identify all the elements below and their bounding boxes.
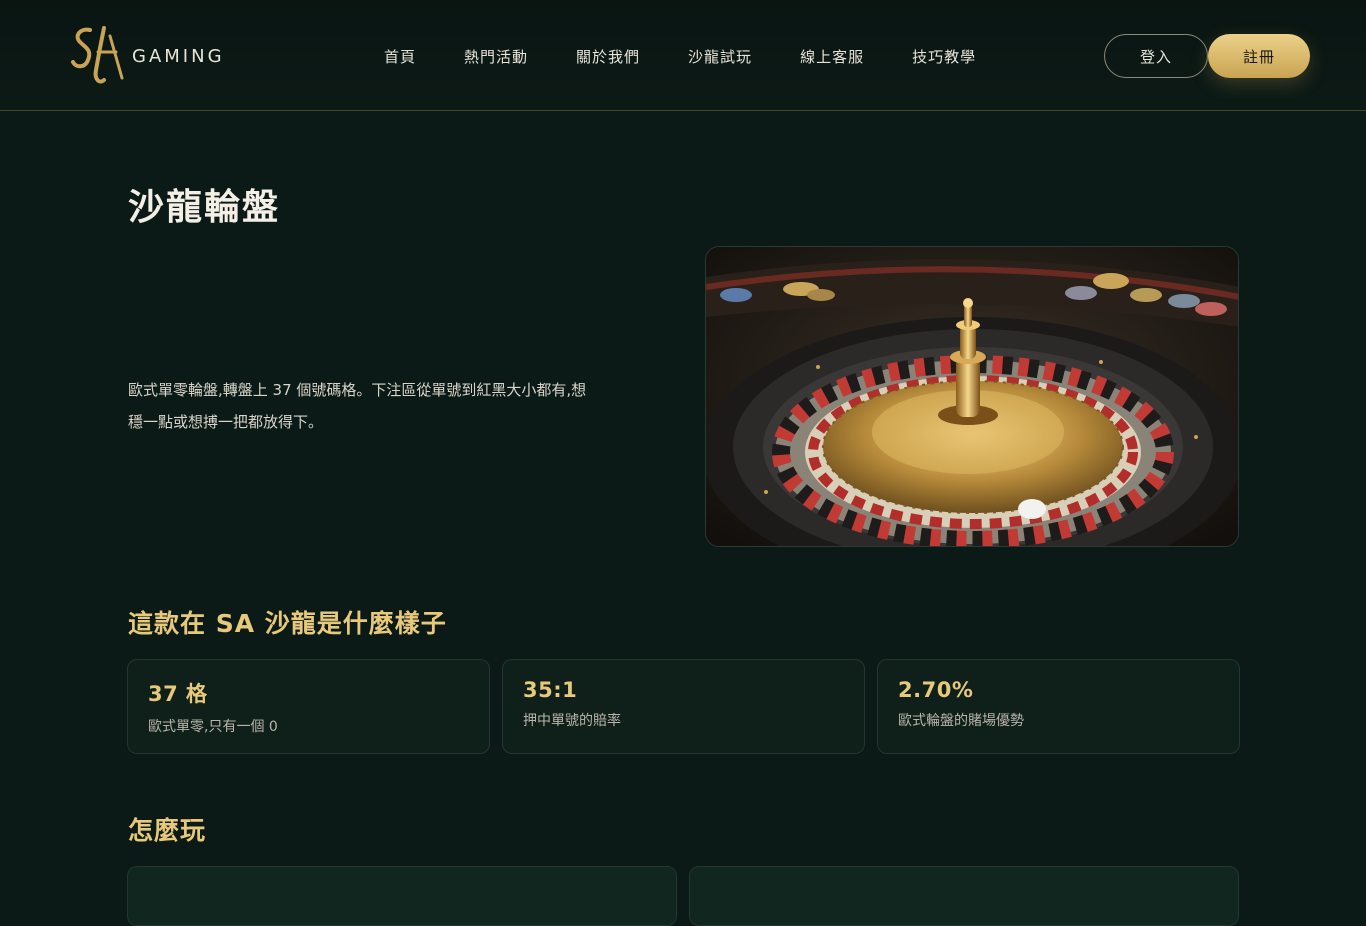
stat-label: 歐式輪盤的賭場優勢 xyxy=(898,713,1024,729)
sa-gaming-logo[interactable]: GAMING xyxy=(70,22,225,90)
stat-card: 37 格 歐式單零,只有一個 0 xyxy=(127,659,490,754)
stats-row: 37 格 歐式單零,只有一個 0 35:1 押中單號的賠率 2.70% 歐式輪盤… xyxy=(127,659,1240,754)
howto-card xyxy=(689,866,1239,926)
stat-label: 押中單號的賠率 xyxy=(523,713,621,729)
howto-title: 怎麼玩 xyxy=(128,816,207,845)
features-title: 這款在 SA 沙龍是什麼樣子 xyxy=(128,609,447,638)
nav-about[interactable]: 關於我們 xyxy=(576,46,640,67)
stat-card: 35:1 押中單號的賠率 xyxy=(502,659,865,754)
stat-value: 37 格 xyxy=(148,682,208,706)
login-button[interactable]: 登入 xyxy=(1104,34,1208,78)
nav-promotions[interactable]: 熱門活動 xyxy=(464,46,528,67)
stat-value: 2.70% xyxy=(898,678,974,702)
register-button[interactable]: 註冊 xyxy=(1208,34,1310,78)
stat-value: 35:1 xyxy=(523,678,578,702)
stat-card: 2.70% 歐式輪盤的賭場優勢 xyxy=(877,659,1240,754)
roulette-hero-image xyxy=(705,246,1239,547)
intro-text: 歐式單零輪盤,轉盤上 37 個號碼格。下注區從單號到紅黑大小都有,想穩一點或想搏… xyxy=(128,381,587,431)
sa-logo-mark-icon xyxy=(71,26,124,84)
nav-home[interactable]: 首頁 xyxy=(384,46,416,67)
site-header: GAMING 首頁 熱門活動 關於我們 沙龍試玩 線上客服 技巧教學 登入 註冊 xyxy=(0,0,1366,111)
roulette-wheel-illustration xyxy=(706,247,1238,546)
nav-tips[interactable]: 技巧教學 xyxy=(912,46,976,67)
stat-label: 歐式單零,只有一個 0 xyxy=(148,719,278,735)
logo-text: GAMING xyxy=(132,45,225,67)
page-title: 沙龍輪盤 xyxy=(128,187,281,228)
nav-demo[interactable]: 沙龍試玩 xyxy=(688,46,752,67)
main-nav: 首頁 熱門活動 關於我們 沙龍試玩 線上客服 技巧教學 xyxy=(384,46,1024,67)
nav-support[interactable]: 線上客服 xyxy=(800,46,864,67)
howto-card xyxy=(127,866,677,926)
howto-cards xyxy=(127,866,1251,926)
